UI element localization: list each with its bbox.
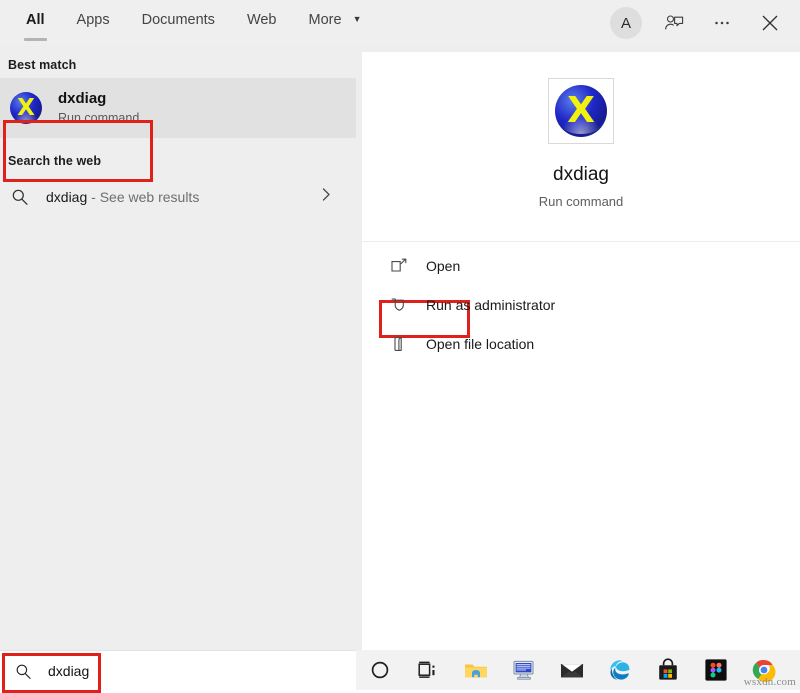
best-match-text: dxdiag Run command [58, 89, 139, 127]
dxdiag-app-icon: X [10, 92, 42, 124]
shield-icon [388, 294, 410, 316]
windows-search-screen: All Apps Documents Web More ▼ A Best mat… [0, 0, 800, 693]
dxdiag-app-icon-large: X [555, 85, 607, 137]
feedback-button[interactable] [652, 4, 696, 42]
avatar-initial: A [620, 14, 631, 32]
folder-page-icon [388, 333, 410, 355]
preview-card: X dxdiag Run command [362, 52, 800, 240]
best-match-result[interactable]: X dxdiag Run command [0, 78, 356, 138]
action-open-file-location-label: Open file location [426, 336, 535, 352]
feedback-person-icon [665, 15, 684, 30]
dxdiag-x-glyph: X [17, 94, 35, 121]
action-open-label: Open [426, 258, 461, 274]
figma-icon[interactable] [692, 650, 740, 690]
best-match-subtitle: Run command [58, 111, 140, 125]
chevron-right-icon[interactable] [318, 187, 334, 208]
search-the-web-heading: Search the web [8, 154, 102, 168]
preview-pane: X dxdiag Run command Open Run as adminis… [362, 52, 800, 650]
taskbar: dxdiag wsxdn.com [0, 650, 800, 691]
tab-web-label: Web [246, 12, 277, 28]
tab-web[interactable]: Web [231, 8, 293, 32]
search-magnifier-icon [10, 187, 30, 207]
account-button[interactable]: A [604, 4, 648, 42]
web-result-row[interactable]: dxdiag - See web results [0, 176, 356, 218]
file-explorer-icon[interactable] [452, 650, 500, 690]
action-open-file-location[interactable]: Open file location [362, 328, 800, 360]
web-result-query: dxdiag [46, 189, 88, 205]
tab-more-label: More [308, 12, 342, 28]
action-run-as-administrator[interactable]: Run as administrator [362, 289, 800, 321]
search-flyout: All Apps Documents Web More ▼ A Best mat… [0, 0, 800, 650]
header-actions: A [604, 4, 792, 42]
mail-icon[interactable] [548, 650, 596, 690]
tab-apps-label: Apps [76, 12, 110, 28]
search-input[interactable]: dxdiag [48, 663, 89, 679]
search-filter-tabs: All Apps Documents Web More ▼ [10, 8, 378, 41]
best-match-title: dxdiag [58, 90, 107, 107]
tab-apps[interactable]: Apps [61, 8, 126, 32]
open-in-new-icon [388, 255, 410, 277]
preview-divider [362, 241, 800, 242]
more-options-button[interactable] [700, 4, 744, 42]
close-button[interactable] [748, 4, 792, 42]
cortana-icon[interactable] [356, 650, 404, 690]
action-open[interactable]: Open [362, 250, 800, 338]
ellipsis-icon [715, 21, 729, 25]
tab-documents[interactable]: Documents [126, 8, 231, 32]
avatar: A [610, 7, 642, 39]
microsoft-store-icon[interactable] [644, 650, 692, 690]
results-pane: Best match X dxdiag Run command Search t… [0, 46, 356, 650]
this-pc-icon[interactable] [500, 650, 548, 690]
task-view-icon[interactable] [404, 650, 452, 690]
web-result-suffix: - See web results [87, 189, 200, 205]
tab-all-label: All [26, 12, 45, 28]
preview-actions: Open Run as administrator Open file loca… [362, 250, 800, 361]
preview-app-name: dxdiag [553, 164, 609, 185]
search-header: All Apps Documents Web More ▼ A [0, 0, 800, 46]
search-magnifier-icon [14, 662, 32, 680]
watermark: wsxdn.com [743, 676, 796, 688]
taskbar-search[interactable]: dxdiag [0, 650, 356, 691]
tab-all[interactable]: All [10, 8, 61, 41]
tab-more[interactable]: More ▼ [293, 8, 378, 32]
taskbar-icons [356, 650, 800, 690]
tab-documents-label: Documents [141, 12, 215, 28]
dxdiag-x-glyph-large: X [567, 90, 595, 131]
tab-active-underline [24, 38, 47, 41]
chevron-down-icon: ▼ [352, 14, 362, 24]
best-match-heading: Best match [8, 58, 77, 72]
close-x-icon [762, 15, 778, 31]
web-result-label: dxdiag - See web results [46, 189, 199, 205]
action-run-as-administrator-label: Run as administrator [426, 297, 556, 313]
preview-icon-frame: X [548, 78, 614, 144]
edge-icon[interactable] [596, 650, 644, 690]
preview-app-subtitle: Run command [538, 194, 624, 209]
